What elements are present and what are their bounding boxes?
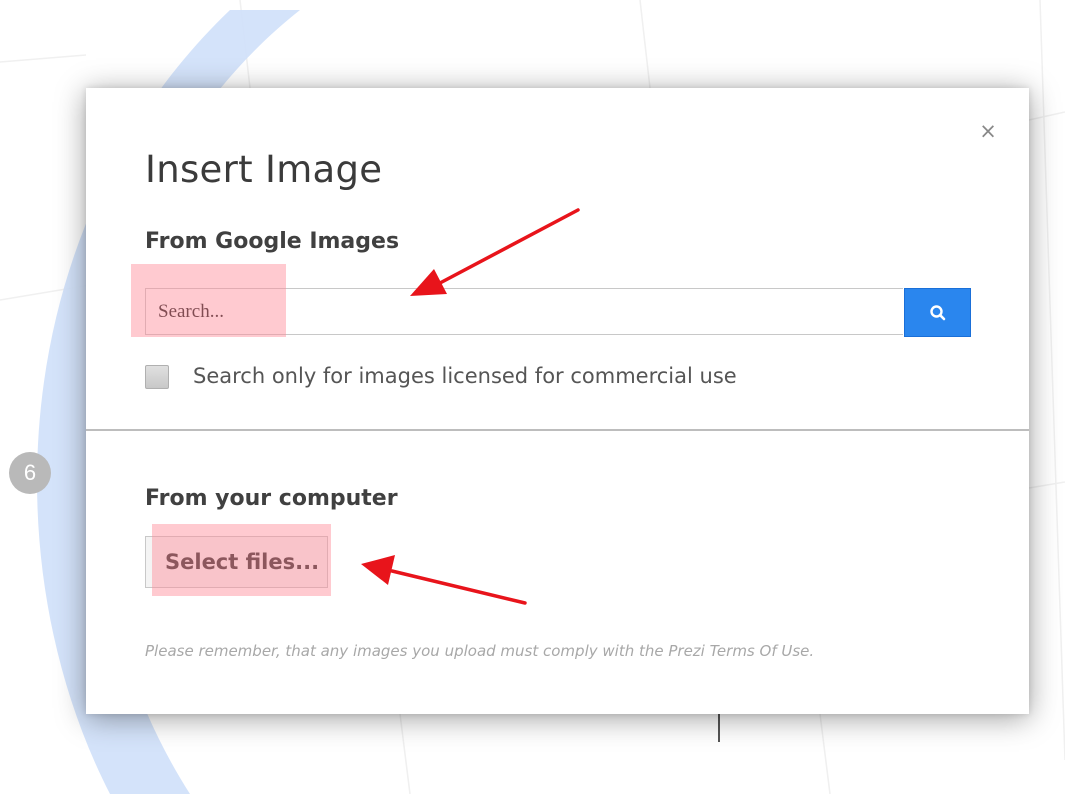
commercial-use-checkbox[interactable] — [145, 365, 169, 389]
step-number-badge[interactable]: 6 — [9, 452, 51, 494]
search-icon — [930, 305, 946, 321]
section-divider — [86, 429, 1029, 431]
dialog-title: Insert Image — [145, 148, 383, 191]
insert-image-dialog: × Insert Image From Google Images Search… — [86, 88, 1029, 714]
search-input[interactable] — [145, 288, 903, 335]
close-icon[interactable]: × — [975, 118, 1001, 144]
google-search-bar — [145, 288, 971, 337]
commercial-use-label[interactable]: Search only for images licensed for comm… — [193, 362, 737, 390]
search-button[interactable] — [904, 288, 971, 337]
google-images-heading: From Google Images — [145, 229, 400, 254]
computer-upload-heading: From your computer — [145, 486, 398, 511]
select-files-button[interactable]: Select files... — [145, 536, 328, 588]
terms-of-use-note: Please remember, that any images you upl… — [145, 642, 815, 660]
